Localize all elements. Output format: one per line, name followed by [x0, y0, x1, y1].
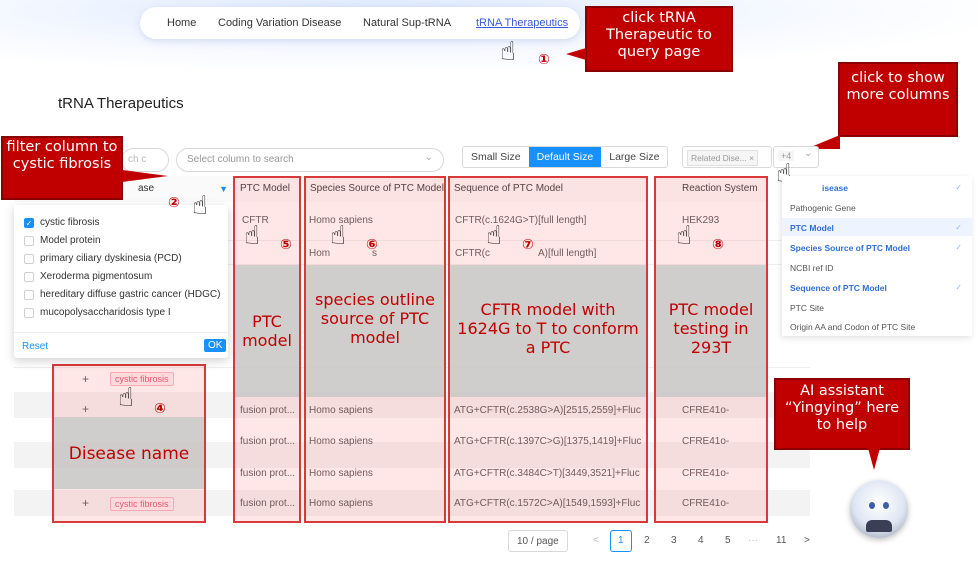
- column-tag-select[interactable]: Related Dise... ×: [682, 146, 772, 168]
- hand-pointer-icon: ☝: [330, 220, 346, 250]
- check-icon: ✓: [955, 283, 962, 292]
- callout-columns: click to show more columns: [838, 62, 958, 137]
- filter-option[interactable]: hereditary diffuse gastric cancer (HDGC): [24, 289, 220, 300]
- page-5-button[interactable]: 5: [725, 535, 731, 546]
- ai-assistant-avatar[interactable]: [850, 480, 908, 538]
- filter-ok-button[interactable]: OK: [204, 339, 227, 352]
- next-page-button[interactable]: >: [804, 535, 810, 546]
- page-3-button[interactable]: 3: [671, 535, 677, 546]
- avatar-body: [866, 520, 892, 532]
- step-marker-1: ①: [538, 51, 550, 67]
- annotation-sequence: CFTR model with 1624G to T to conform a …: [457, 300, 639, 358]
- filter-funnel-icon[interactable]: ▼: [219, 176, 228, 202]
- column-tag-label: Related Dise...: [691, 153, 747, 163]
- annotation-disease: Disease name: [68, 444, 190, 464]
- column-option[interactable]: Origin AA and Codon of PTC Site: [790, 322, 915, 332]
- hand-pointer-icon: ☝: [486, 220, 502, 250]
- filter-option-label: Xeroderma pigmentosum: [40, 271, 153, 282]
- filter-dropdown: ✓ cystic fibrosis Model protein primary c…: [14, 205, 228, 358]
- checkbox[interactable]: [24, 235, 34, 246]
- nav-home[interactable]: Home: [167, 17, 196, 29]
- search-input[interactable]: ch c: [121, 148, 169, 172]
- annotation-reaction: PTC model testing in 293T: [668, 300, 754, 358]
- filter-option-label: cystic fibrosis: [40, 217, 100, 228]
- page-number: 1: [618, 535, 624, 546]
- nav-natural-sup-trna[interactable]: Natural Sup-tRNA: [363, 17, 451, 29]
- filter-option-label: mucopolysaccharidosis type I: [40, 307, 171, 318]
- checkbox-checked[interactable]: ✓: [24, 217, 34, 228]
- column-search-placeholder: Select column to search: [187, 154, 294, 165]
- chevron-down-icon: ⌄: [804, 148, 813, 159]
- check-icon: ✓: [955, 183, 962, 192]
- dropdown-divider: [14, 332, 228, 333]
- column-option[interactable]: isease: [822, 183, 848, 193]
- page-11-button[interactable]: 11: [776, 535, 786, 546]
- hand-pointer-icon: ☝: [500, 36, 516, 66]
- check-icon: ✓: [955, 243, 962, 252]
- page-1-button[interactable]: 1: [610, 530, 632, 552]
- filter-option[interactable]: Xeroderma pigmentosum: [24, 271, 152, 282]
- avatar-eye: [883, 502, 889, 509]
- callout-filter: filter column to cystic fibrosis: [1, 136, 123, 200]
- callout-nav-tail: [566, 48, 586, 60]
- filter-option[interactable]: primary ciliary dyskinesia (PCD): [24, 253, 182, 264]
- filter-reset-button[interactable]: Reset: [22, 341, 48, 352]
- nav-trna-therapeutics[interactable]: tRNA Therapeutics: [476, 17, 568, 29]
- filter-option-label: Model protein: [40, 235, 101, 246]
- page-ellipsis[interactable]: ···: [748, 535, 758, 546]
- step-marker-6: ⑥: [366, 236, 378, 252]
- hand-pointer-icon: ☝: [118, 382, 134, 412]
- size-default-button[interactable]: Default Size: [528, 147, 602, 167]
- checkbox[interactable]: [24, 253, 34, 264]
- header-disease-label: ase: [138, 183, 155, 194]
- filter-option[interactable]: mucopolysaccharidosis type I: [24, 307, 171, 318]
- callout-assistant-tail: [868, 448, 880, 470]
- step-marker-8: ⑧: [712, 236, 724, 252]
- close-icon[interactable]: ×: [749, 153, 754, 163]
- column-option[interactable]: Species Source of PTC Model: [790, 243, 910, 253]
- column-option[interactable]: Sequence of PTC Model: [790, 283, 887, 293]
- step-marker-2: ②: [168, 194, 180, 210]
- column-option[interactable]: Pathogenic Gene: [790, 203, 856, 213]
- size-small-button[interactable]: Small Size: [463, 147, 529, 167]
- avatar-eye: [869, 502, 875, 509]
- column-tag: Related Dise... ×: [687, 150, 759, 166]
- filter-option[interactable]: Model protein: [24, 235, 101, 246]
- step-marker-4: ④: [154, 400, 166, 416]
- callout-assistant: AI assistant “Yingying” here to help: [774, 378, 910, 450]
- chevron-down-icon: ⌄: [424, 152, 433, 163]
- checkbox[interactable]: [24, 289, 34, 300]
- size-large-button[interactable]: Large Size: [601, 147, 667, 167]
- annotation-species: species outline source of PTC model: [315, 290, 435, 348]
- column-search-select[interactable]: Select column to search ⌄: [176, 148, 444, 172]
- nav-coding-variation-disease[interactable]: Coding Variation Disease: [218, 17, 341, 29]
- hand-pointer-icon: ☝: [192, 190, 208, 220]
- page-2-button[interactable]: 2: [644, 535, 650, 546]
- column-chooser-panel: isease ✓ Pathogenic Gene PTC Model ✓ Speci…: [782, 176, 972, 336]
- annotation-ptc-model: PTC model: [242, 312, 292, 351]
- page-size-label: 10 / page: [517, 536, 559, 547]
- prev-page-button[interactable]: <: [593, 535, 599, 546]
- callout-filter-tail: [122, 170, 168, 182]
- size-switcher: Small Size Default Size Large Size: [462, 146, 669, 168]
- page-4-button[interactable]: 4: [698, 535, 704, 546]
- callout-nav: click tRNA Therapeutic to query page: [585, 6, 733, 72]
- check-icon: ✓: [955, 223, 962, 232]
- step-marker-7: ⑦: [522, 236, 534, 252]
- checkbox[interactable]: [24, 307, 34, 318]
- checkbox[interactable]: [24, 271, 34, 282]
- column-option[interactable]: PTC Site: [790, 303, 824, 313]
- page-title: tRNA Therapeutics: [58, 95, 184, 112]
- column-option[interactable]: PTC Model: [790, 223, 834, 233]
- filter-option-label: hereditary diffuse gastric cancer (HDGC): [40, 289, 221, 300]
- hand-pointer-icon: ☝: [676, 220, 692, 250]
- page-size-select[interactable]: 10 / page: [508, 530, 568, 552]
- column-option[interactable]: NCBI ref ID: [790, 263, 833, 273]
- filter-option-label: primary ciliary dyskinesia (PCD): [40, 253, 182, 264]
- step-marker-5: ⑤: [280, 236, 292, 252]
- hand-pointer-icon: ☝: [244, 220, 260, 250]
- filter-option[interactable]: ✓ cystic fibrosis: [24, 217, 99, 228]
